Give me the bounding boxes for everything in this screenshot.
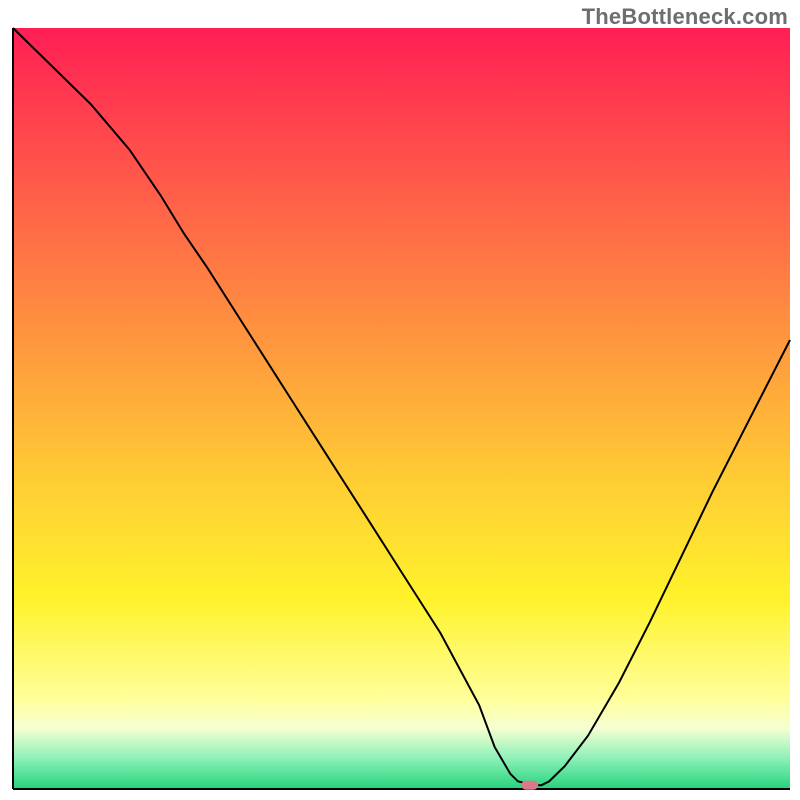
chart-container: TheBottleneck.com — [0, 0, 800, 800]
minimum-marker — [521, 781, 538, 790]
plot-background — [13, 28, 790, 789]
bottleneck-chart — [0, 0, 800, 800]
watermark-label: TheBottleneck.com — [582, 4, 788, 30]
